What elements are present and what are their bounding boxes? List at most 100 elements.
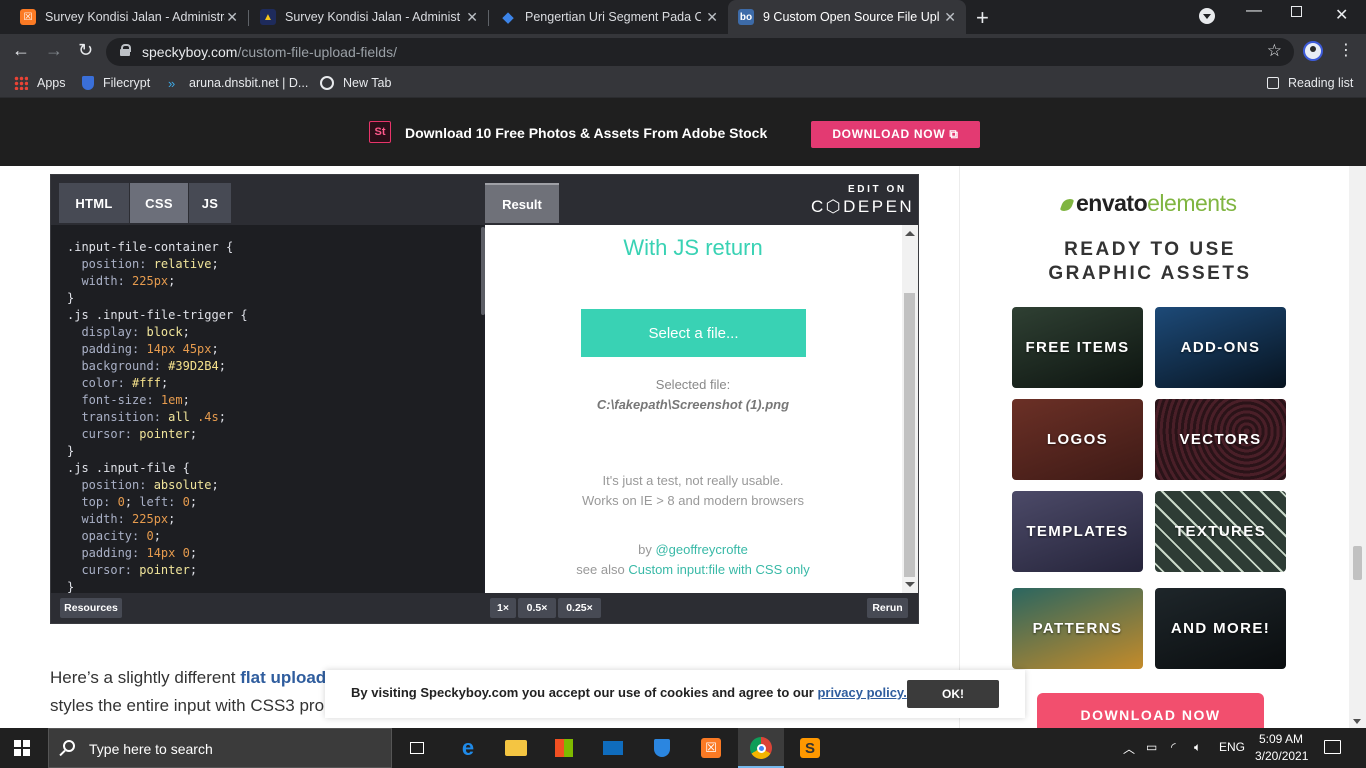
code-token: ;: [211, 478, 219, 492]
tile-vectors[interactable]: VECTORS: [1155, 399, 1286, 480]
css-code-editor[interactable]: .input-file-container { position: relati…: [51, 225, 483, 593]
rerun-button[interactable]: Rerun: [867, 598, 908, 618]
code-line: }: [67, 443, 483, 460]
minimize-icon[interactable]: —: [1246, 2, 1262, 20]
shield-icon: [82, 76, 94, 90]
author-line: by @geoffreycrofte: [638, 542, 748, 557]
tile-logos[interactable]: LOGOS: [1012, 399, 1143, 480]
tile-and-more[interactable]: AND MORE!: [1155, 588, 1286, 669]
code-token: absolute: [153, 478, 212, 492]
code-token: pointer: [139, 563, 190, 577]
tile-add-ons[interactable]: ADD-ONS: [1155, 307, 1286, 388]
page-scroll-thumb[interactable]: [1353, 546, 1362, 580]
bookmark-new-tab[interactable]: New Tab: [320, 76, 391, 90]
see-also-link[interactable]: Custom input:file with CSS only: [628, 562, 809, 577]
zoom-1x-button[interactable]: 1×: [490, 598, 516, 618]
codepen-logo[interactable]: C⬡DEPEN: [811, 197, 914, 217]
tile-templates[interactable]: TEMPLATES: [1012, 491, 1143, 572]
mail-icon[interactable]: [601, 736, 625, 760]
speckyboy-icon: bo: [738, 9, 754, 25]
address-bar[interactable]: speckyboy.com/custom-file-upload-fields/…: [106, 38, 1294, 66]
profile-avatar[interactable]: [1303, 41, 1323, 61]
bookmark-star-icon[interactable]: ☆: [1267, 41, 1282, 61]
tile-patterns[interactable]: PATTERNS: [1012, 588, 1143, 669]
new-tab-button[interactable]: +: [976, 5, 989, 31]
cookie-ok-button[interactable]: OK!: [907, 680, 999, 708]
arrow-icon: »: [168, 76, 176, 91]
back-arrow-icon[interactable]: ←: [12, 40, 30, 61]
test-note: It's just a test, not really usable.: [602, 473, 784, 488]
code-token: width:: [67, 512, 133, 526]
close-tab-icon[interactable]: ✕: [706, 9, 718, 26]
bookmark-aruna[interactable]: » aruna.dnsbit.net | D...: [168, 76, 308, 91]
chrome-menu-icon[interactable]: ⋮: [1338, 40, 1354, 60]
close-window-icon[interactable]: ✕: [1335, 5, 1348, 25]
browser-tab-1[interactable]: ☒ Survey Kondisi Jalan - Administra ✕: [0, 0, 248, 34]
taskbar-search[interactable]: Type here to search: [48, 728, 392, 768]
page-scrollbar[interactable]: [1349, 166, 1366, 728]
tab-html[interactable]: HTML: [59, 183, 129, 223]
resources-button[interactable]: Resources: [60, 598, 122, 618]
tile-free-items[interactable]: FREE ITEMS: [1012, 307, 1143, 388]
language-indicator[interactable]: ENG: [1219, 740, 1245, 754]
edit-on-label: EDIT ON: [848, 184, 907, 195]
zoom-half-button[interactable]: 0.5×: [518, 598, 556, 618]
author-link[interactable]: @geoffreycrofte: [655, 542, 747, 557]
code-line: width: 225px;: [67, 511, 483, 528]
banner-download-button[interactable]: DOWNLOAD NOW ⧉: [811, 121, 980, 148]
tab-result[interactable]: Result: [485, 183, 559, 223]
tab-title: Pengertian Uri Segment Pada Co: [525, 10, 701, 24]
volume-icon[interactable]: 🔈︎: [1194, 740, 1201, 755]
close-tab-icon[interactable]: ✕: [466, 9, 478, 26]
code-token: padding:: [67, 546, 147, 560]
close-tab-icon[interactable]: ✕: [944, 9, 956, 26]
wifi-icon[interactable]: ◜: [1171, 740, 1176, 754]
defender-icon[interactable]: [650, 736, 674, 760]
sublime-text-icon[interactable]: S: [798, 736, 822, 760]
reload-icon[interactable]: ↻: [78, 40, 93, 61]
edge-icon[interactable]: e: [456, 735, 480, 760]
sidebar-download-button[interactable]: DOWNLOAD NOW: [1037, 693, 1264, 733]
result-scrollbar[interactable]: [902, 225, 918, 593]
browser-tab-2[interactable]: ▲ Survey Kondisi Jalan - Administra ✕: [248, 0, 488, 34]
bookmark-apps[interactable]: Apps: [14, 76, 66, 90]
tab-js[interactable]: JS: [189, 183, 231, 223]
tab-search-icon[interactable]: [1199, 8, 1215, 24]
search-icon: [63, 740, 75, 752]
bookmark-filecrypt[interactable]: Filecrypt: [82, 76, 150, 90]
scroll-thumb[interactable]: [904, 293, 915, 577]
code-line: position: absolute;: [67, 477, 483, 494]
code-line: .js .input-file-trigger {: [67, 307, 483, 324]
xampp-taskbar-icon[interactable]: ☒: [699, 736, 723, 760]
scroll-up-arrow-icon[interactable]: [905, 231, 915, 236]
privacy-policy-link[interactable]: privacy policy.: [817, 685, 906, 700]
browser-tab-4[interactable]: bo 9 Custom Open Source File Uplo ✕: [728, 0, 966, 34]
reading-list-button[interactable]: Reading list: [1267, 76, 1353, 90]
windows-start-icon[interactable]: [14, 740, 30, 756]
forward-arrow-icon[interactable]: →: [45, 40, 63, 61]
task-view-icon[interactable]: [405, 736, 429, 760]
file-explorer-icon[interactable]: [504, 736, 528, 760]
select-file-button[interactable]: Select a file...: [581, 309, 806, 357]
store-icon[interactable]: [552, 736, 576, 760]
apps-grid-icon: [14, 76, 28, 90]
lock-icon: [120, 44, 131, 56]
scroll-down-arrow-icon[interactable]: [905, 582, 915, 587]
browser-tab-3[interactable]: ◆ Pengertian Uri Segment Pada Co ✕: [488, 0, 728, 34]
code-line: color: #fff;: [67, 375, 483, 392]
tab-css[interactable]: CSS: [130, 183, 188, 223]
scroll-down-arrow-icon[interactable]: [1353, 719, 1361, 724]
envato-elements-logo[interactable]: envatoelements: [1059, 190, 1237, 217]
taskbar-clock[interactable]: 5:09 AM 3/20/2021: [1255, 731, 1308, 765]
globe-icon: [320, 76, 334, 90]
battery-icon[interactable]: ▭: [1146, 740, 1157, 754]
close-tab-icon[interactable]: ✕: [226, 9, 238, 26]
code-token: ;: [189, 563, 198, 577]
notifications-icon[interactable]: [1324, 740, 1341, 754]
tile-textures[interactable]: TEXTURES: [1155, 491, 1286, 572]
restore-icon[interactable]: [1291, 6, 1302, 17]
flat-upload-link[interactable]: flat upload: [240, 668, 326, 687]
zoom-quarter-button[interactable]: 0.25×: [558, 598, 601, 618]
chrome-icon[interactable]: [749, 736, 773, 760]
tray-chevron-icon[interactable]: ︿: [1123, 740, 1135, 757]
